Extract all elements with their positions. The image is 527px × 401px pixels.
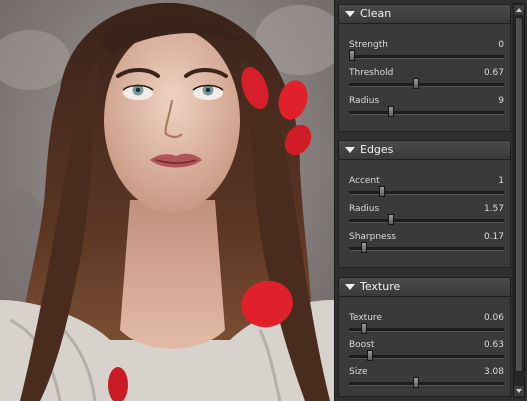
param-label-radius-edges: Radius — [349, 204, 380, 214]
slider-thumb-boost[interactable] — [366, 350, 373, 361]
param-label-texture: Texture — [349, 313, 382, 323]
slider-thumb-size[interactable] — [413, 377, 420, 388]
scroll-up-button[interactable] — [514, 5, 524, 15]
param-size: Size 3.08 — [349, 367, 504, 393]
param-value-accent: 1 — [498, 176, 504, 186]
param-value-strength: 0 — [498, 40, 504, 50]
param-strength: Strength 0 — [349, 40, 504, 66]
slider-track-radius-edges[interactable] — [349, 219, 504, 223]
param-label-accent: Accent — [349, 176, 380, 186]
slider-track-strength[interactable] — [349, 55, 504, 59]
triangle-down-icon[interactable] — [345, 147, 355, 153]
photo-canvas[interactable] — [0, 0, 334, 401]
photo-illustration — [0, 0, 334, 401]
section-header-texture[interactable]: Texture — [338, 277, 511, 297]
slider-thumb-threshold[interactable] — [413, 78, 420, 89]
slider-track-radius-clean[interactable] — [349, 111, 504, 115]
scroll-thumb[interactable] — [515, 17, 523, 372]
param-label-boost: Boost — [349, 340, 375, 350]
param-sharpness: Sharpness 0.17 — [349, 232, 504, 258]
section-body-texture: Texture 0.06 Boost 0.63 Size 3.08 — [338, 297, 511, 397]
section-title-texture: Texture — [360, 280, 401, 293]
slider-thumb-strength[interactable] — [349, 50, 355, 61]
param-radius-clean: Radius 9 — [349, 96, 504, 122]
param-radius-edges: Radius 1.57 — [349, 204, 504, 230]
scroll-down-button[interactable] — [514, 386, 524, 396]
section-header-clean[interactable]: Clean — [338, 4, 511, 24]
slider-track-texture[interactable] — [349, 328, 504, 332]
param-texture: Texture 0.06 — [349, 313, 504, 339]
arrow-up-icon — [516, 8, 522, 12]
param-label-threshold: Threshold — [349, 68, 394, 78]
param-value-radius-edges: 1.57 — [483, 204, 504, 214]
slider-thumb-accent[interactable] — [378, 186, 385, 197]
adjustments-panel: Clean Strength 0 Threshold 0.67 Radius 9 — [334, 0, 527, 401]
section-body-edges: Accent 1 Radius 1.57 Sharpness 0.17 — [338, 160, 511, 268]
param-label-radius-clean: Radius — [349, 96, 380, 106]
section-body-clean: Strength 0 Threshold 0.67 Radius 9 — [338, 24, 511, 132]
param-value-sharpness: 0.17 — [483, 232, 504, 242]
param-boost: Boost 0.63 — [349, 340, 504, 366]
slider-track-size[interactable] — [349, 382, 504, 386]
panel-scrollbar[interactable] — [513, 3, 525, 398]
param-threshold: Threshold 0.67 — [349, 68, 504, 94]
triangle-down-icon[interactable] — [345, 11, 355, 17]
param-value-texture: 0.06 — [483, 313, 504, 323]
arrow-down-icon — [516, 389, 522, 393]
slider-thumb-radius-edges[interactable] — [387, 214, 394, 225]
section-title-clean: Clean — [360, 7, 392, 20]
slider-thumb-sharpness[interactable] — [360, 242, 367, 253]
editor-window: Clean Strength 0 Threshold 0.67 Radius 9 — [0, 0, 527, 401]
section-header-edges[interactable]: Edges — [338, 140, 511, 160]
slider-thumb-radius-clean[interactable] — [387, 106, 394, 117]
param-label-size: Size — [349, 367, 368, 377]
param-label-sharpness: Sharpness — [349, 232, 396, 242]
slider-track-sharpness[interactable] — [349, 247, 504, 251]
param-value-radius-clean: 9 — [498, 96, 504, 106]
slider-thumb-texture[interactable] — [360, 323, 367, 334]
section-title-edges: Edges — [360, 143, 394, 156]
slider-track-accent[interactable] — [349, 191, 504, 195]
param-accent: Accent 1 — [349, 176, 504, 202]
param-label-strength: Strength — [349, 40, 388, 50]
triangle-down-icon[interactable] — [345, 284, 355, 290]
param-value-size: 3.08 — [483, 367, 504, 377]
param-value-boost: 0.63 — [483, 340, 504, 350]
slider-track-threshold[interactable] — [349, 83, 504, 87]
param-value-threshold: 0.67 — [483, 68, 504, 78]
